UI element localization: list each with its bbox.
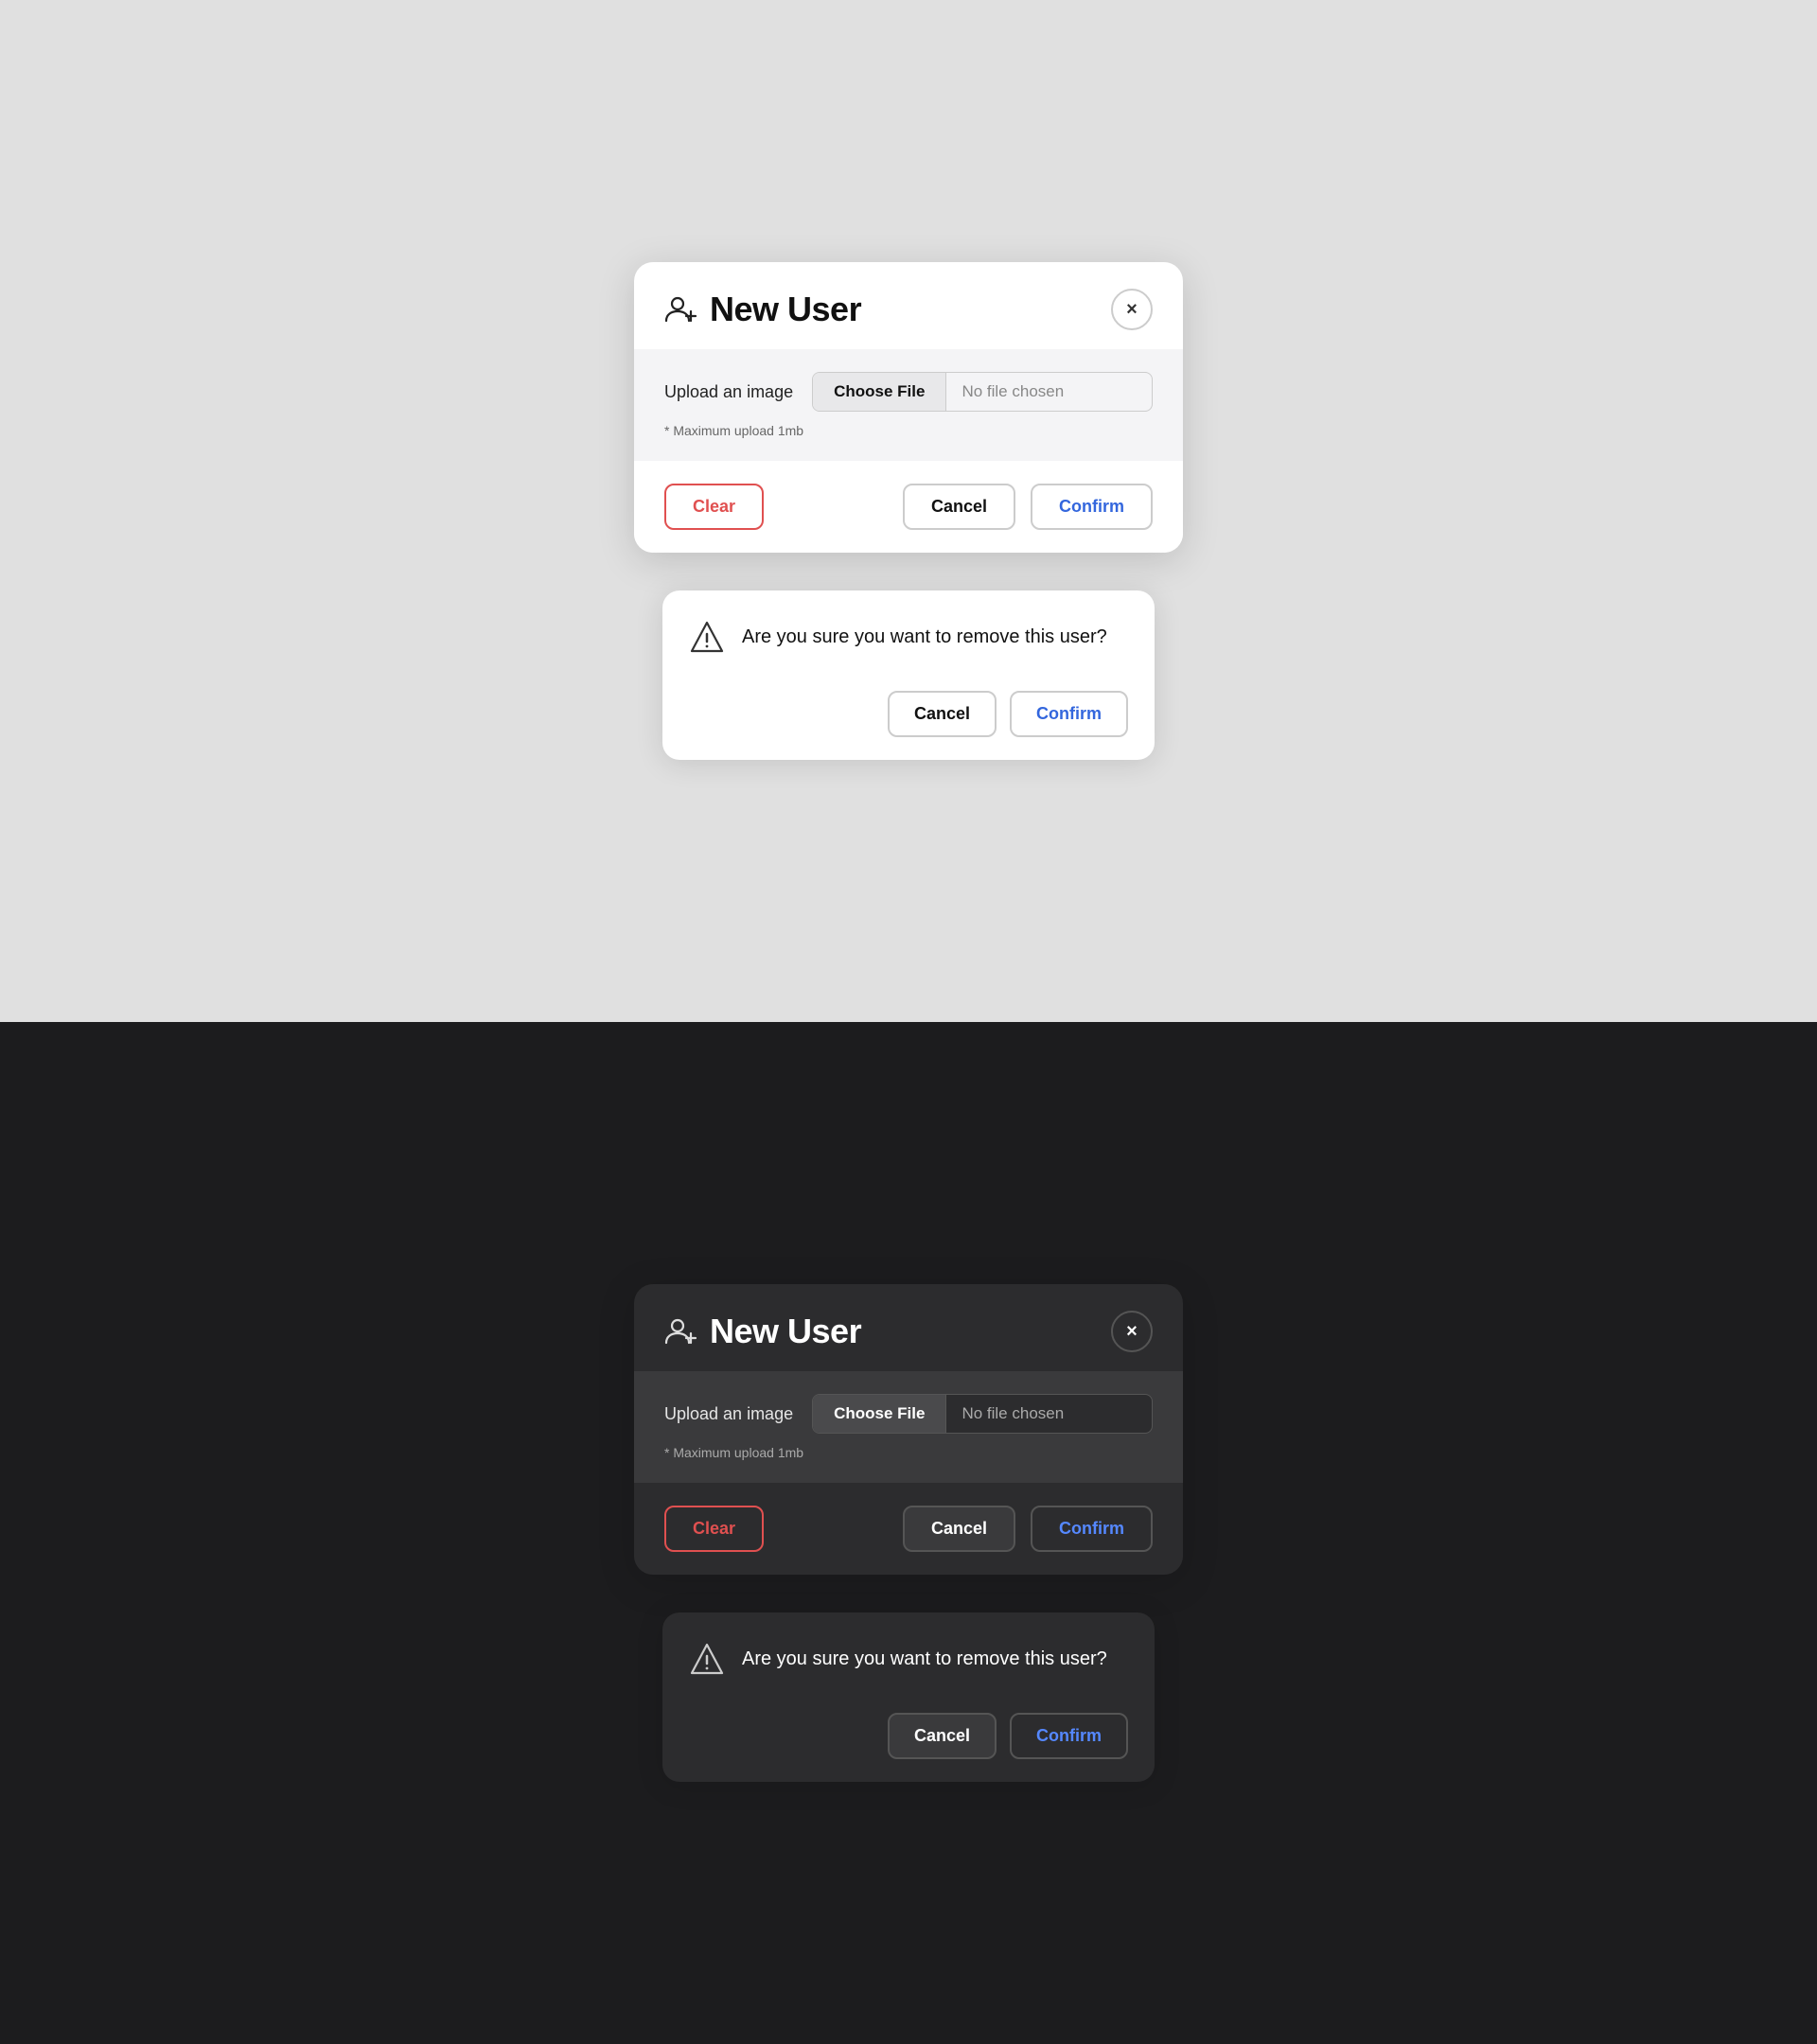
upload-label-light: Upload an image [664, 382, 793, 402]
modal-header-left-dark: New User [664, 1312, 861, 1351]
choose-file-button-light[interactable]: Choose File [813, 373, 946, 411]
confirm-dialog-dark: Are you sure you want to remove this use… [662, 1612, 1155, 1782]
no-file-text-dark: No file chosen [946, 1395, 1079, 1433]
confirm-dialog-light: Are you sure you want to remove this use… [662, 590, 1155, 760]
file-input-wrapper-light: Choose File No file chosen [812, 372, 1153, 412]
modal-footer-light: Clear Cancel Confirm [634, 461, 1183, 553]
confirm-dialog-footer-light: Cancel Confirm [662, 676, 1155, 760]
warning-icon-dark [689, 1641, 725, 1677]
choose-file-button-dark[interactable]: Choose File [813, 1395, 946, 1433]
clear-button-light[interactable]: Clear [664, 484, 764, 530]
modal-header-left-light: New User [664, 290, 861, 329]
cancel-button-dark[interactable]: Cancel [903, 1506, 1015, 1552]
clear-button-dark[interactable]: Clear [664, 1506, 764, 1552]
add-user-icon-dark [664, 1314, 698, 1348]
file-input-wrapper-dark: Choose File No file chosen [812, 1394, 1153, 1434]
confirm-dialog-cancel-button-light[interactable]: Cancel [888, 691, 997, 737]
close-button-dark[interactable]: × [1111, 1311, 1153, 1352]
warning-icon-light [689, 619, 725, 655]
modal-title-dark: New User [710, 1312, 861, 1351]
new-user-modal-light: New User × Upload an image Choose File N… [634, 262, 1183, 553]
close-button-light[interactable]: × [1111, 289, 1153, 330]
confirm-dialog-body-light: Are you sure you want to remove this use… [662, 590, 1155, 676]
confirm-dialog-footer-dark: Cancel Confirm [662, 1698, 1155, 1782]
light-section: New User × Upload an image Choose File N… [0, 0, 1817, 1022]
modal-title-light: New User [710, 290, 861, 329]
confirm-button-light[interactable]: Confirm [1031, 484, 1153, 530]
add-user-icon-light [664, 292, 698, 326]
upload-row-dark: Upload an image Choose File No file chos… [664, 1394, 1153, 1434]
confirm-dialog-body-dark: Are you sure you want to remove this use… [662, 1612, 1155, 1698]
modal-body-dark: Upload an image Choose File No file chos… [634, 1371, 1183, 1483]
max-upload-note-dark: * Maximum upload 1mb [664, 1445, 1153, 1460]
no-file-text-light: No file chosen [946, 373, 1079, 411]
dark-section: New User × Upload an image Choose File N… [0, 1022, 1817, 2044]
new-user-modal-dark: New User × Upload an image Choose File N… [634, 1284, 1183, 1575]
confirm-button-dark[interactable]: Confirm [1031, 1506, 1153, 1552]
confirm-dialog-confirm-button-dark[interactable]: Confirm [1010, 1713, 1128, 1759]
modal-header-dark: New User × [634, 1284, 1183, 1371]
cancel-button-light[interactable]: Cancel [903, 484, 1015, 530]
modal-header-light: New User × [634, 262, 1183, 349]
confirm-dialog-message-dark: Are you sure you want to remove this use… [742, 1648, 1107, 1670]
modal-body-light: Upload an image Choose File No file chos… [634, 349, 1183, 461]
modal-footer-dark: Clear Cancel Confirm [634, 1483, 1183, 1575]
confirm-dialog-confirm-button-light[interactable]: Confirm [1010, 691, 1128, 737]
confirm-dialog-message-light: Are you sure you want to remove this use… [742, 626, 1107, 648]
max-upload-note-light: * Maximum upload 1mb [664, 423, 1153, 438]
upload-row-light: Upload an image Choose File No file chos… [664, 372, 1153, 412]
upload-label-dark: Upload an image [664, 1404, 793, 1424]
confirm-dialog-cancel-button-dark[interactable]: Cancel [888, 1713, 997, 1759]
